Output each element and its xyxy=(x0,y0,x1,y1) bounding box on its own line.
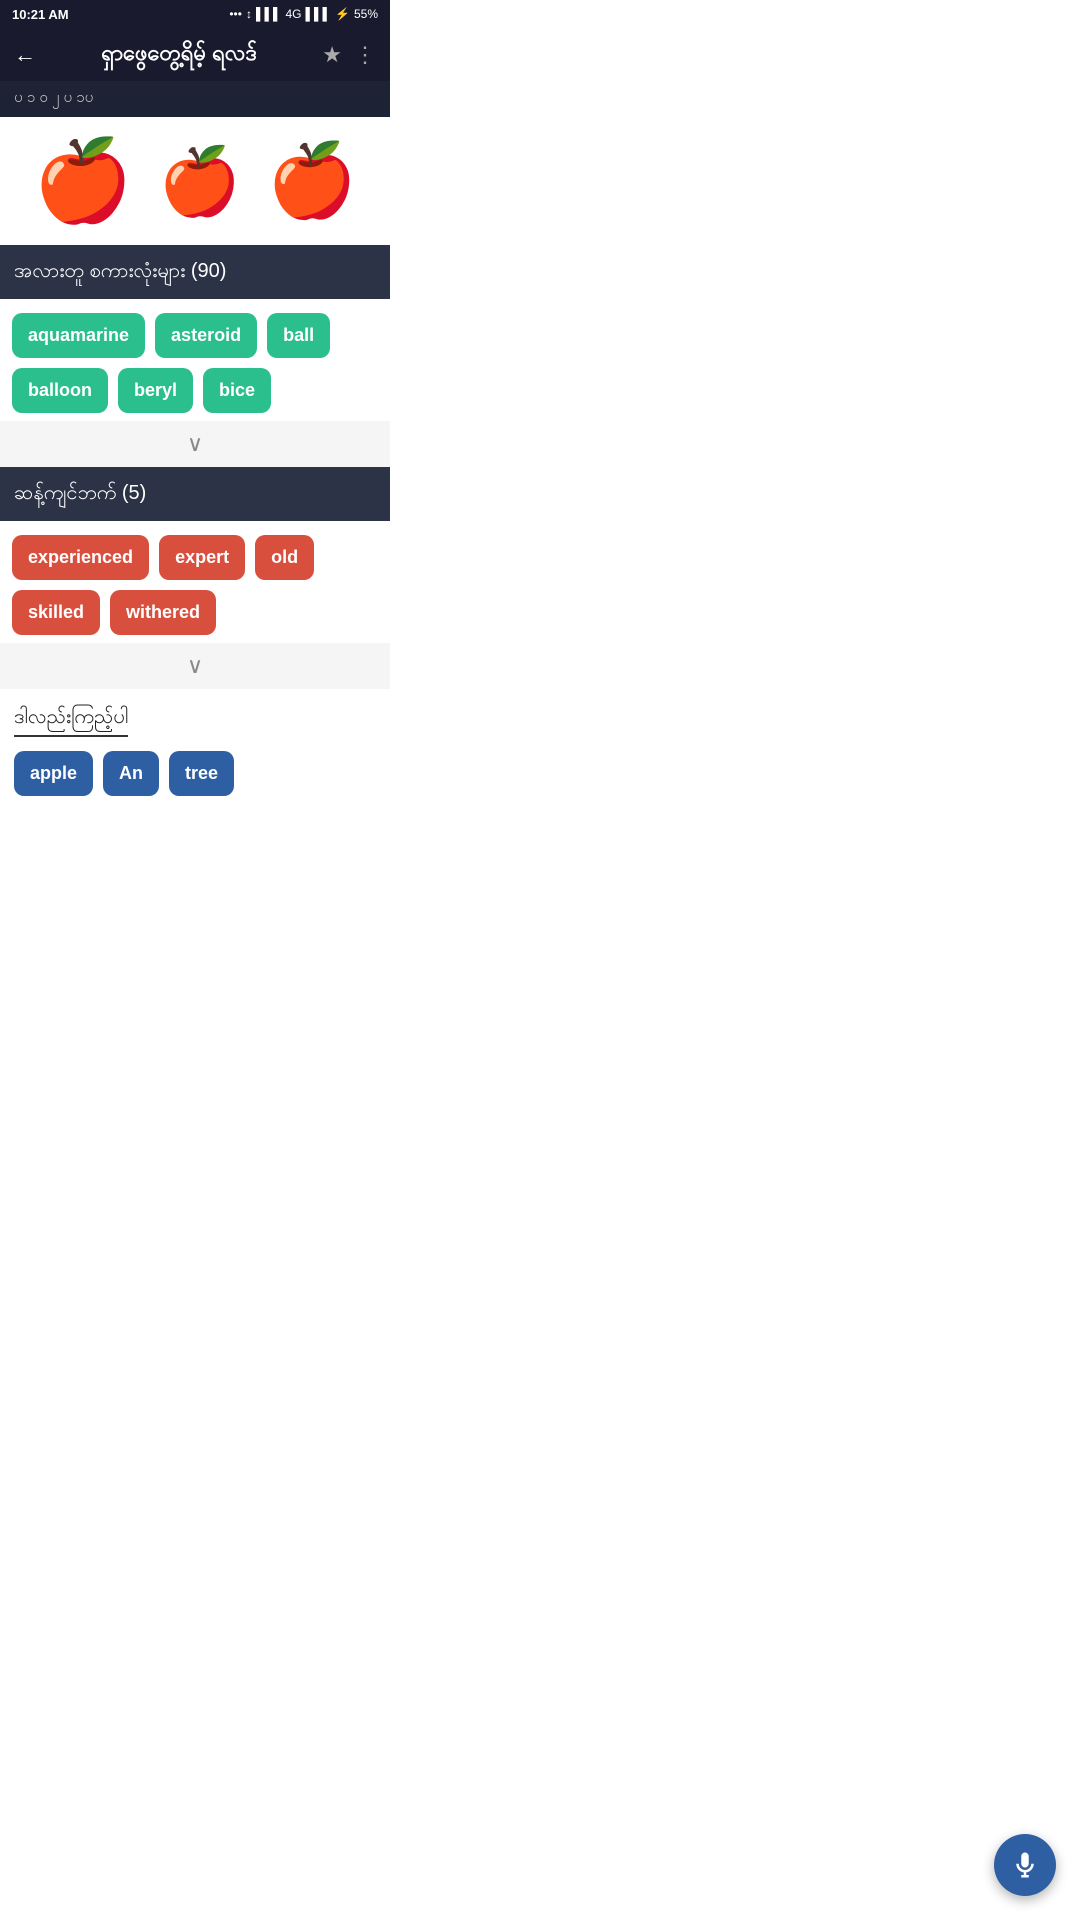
tag-apple[interactable]: apple xyxy=(14,751,93,796)
status-bar: 10:21 AM ••• ↕ ▌▌▌ 4G ▌▌▌ ⚡ 55% xyxy=(0,0,390,28)
chevron-down-icon: ∨ xyxy=(187,431,203,457)
tag-old[interactable]: old xyxy=(255,535,314,580)
back-button[interactable]: ← xyxy=(14,42,36,68)
related-words-expand[interactable]: ∨ xyxy=(0,421,390,467)
mic-icon xyxy=(1010,1850,1040,1880)
apple-icons-section: 🍎 🍎 🍎 xyxy=(0,117,390,245)
signal-dots: ••• xyxy=(229,7,242,21)
battery-level: 55% xyxy=(354,7,378,21)
tag-bice[interactable]: bice xyxy=(203,368,271,413)
header-actions: ★ ⋮ xyxy=(322,42,376,68)
related-words-tags: aquamarine asteroid ball balloon beryl b… xyxy=(0,299,390,421)
tag-skilled[interactable]: skilled xyxy=(12,590,100,635)
tag-ball[interactable]: ball xyxy=(267,313,330,358)
network-type: 4G xyxy=(285,7,301,21)
apple-icon-2: 🍎 xyxy=(159,148,241,214)
tag-asteroid[interactable]: asteroid xyxy=(155,313,257,358)
tag-balloon[interactable]: balloon xyxy=(12,368,108,413)
tag-an[interactable]: An xyxy=(103,751,159,796)
network-icon: ↕ xyxy=(246,7,252,21)
related-words-title: အလားတူ စကားလုံးများ (90) xyxy=(14,260,226,282)
synonyms-expand[interactable]: ∨ xyxy=(0,643,390,689)
status-time: 10:21 AM xyxy=(12,7,69,22)
charge-icon: ⚡ xyxy=(335,7,350,21)
signal-bars: ▌▌▌ xyxy=(256,7,282,21)
related-words-header: အလားတူ စကားလုံးများ (90) xyxy=(0,245,390,299)
bookmark-star-button[interactable]: ★ xyxy=(322,42,342,68)
example-tags: apple An tree xyxy=(14,751,376,810)
sub-header-nav: ပ ၁ ဝ ၂ ပ ၁ပ xyxy=(0,81,390,117)
example-section-title: ဒါလည်းကြည့်ပါ xyxy=(14,703,128,737)
more-options-button[interactable]: ⋮ xyxy=(354,42,376,68)
header: ← ရှာဖွေတွေ့ရိမ့် ရလဒ် ★ ⋮ xyxy=(0,28,390,81)
synonyms-header: ဆန့်ကျင်ဘက် (5) xyxy=(0,467,390,521)
tag-aquamarine[interactable]: aquamarine xyxy=(12,313,145,358)
signal-bars2: ▌▌▌ xyxy=(306,7,332,21)
synonyms-tags: experienced expert old skilled withered xyxy=(0,521,390,643)
tag-beryl[interactable]: beryl xyxy=(118,368,193,413)
mic-button[interactable] xyxy=(994,1834,1056,1896)
apple-icon-1: 🍎 xyxy=(33,141,133,221)
tag-experienced[interactable]: experienced xyxy=(12,535,149,580)
status-icons: ••• ↕ ▌▌▌ 4G ▌▌▌ ⚡ 55% xyxy=(229,7,378,21)
tag-tree[interactable]: tree xyxy=(169,751,234,796)
synonyms-title: ဆန့်ကျင်ဘက် (5) xyxy=(14,482,146,504)
sub-header-text: ပ ၁ ဝ ၂ ပ ၁ပ xyxy=(14,88,93,110)
page-title: ရှာဖွေတွေ့ရိမ့် ရလဒ် xyxy=(46,38,312,71)
example-section: ဒါလည်းကြည့်ပါ apple An tree xyxy=(0,689,390,814)
chevron-down-icon-2: ∨ xyxy=(187,653,203,679)
tag-withered[interactable]: withered xyxy=(110,590,216,635)
tag-expert[interactable]: expert xyxy=(159,535,245,580)
apple-icon-3: 🍎 xyxy=(267,145,357,217)
